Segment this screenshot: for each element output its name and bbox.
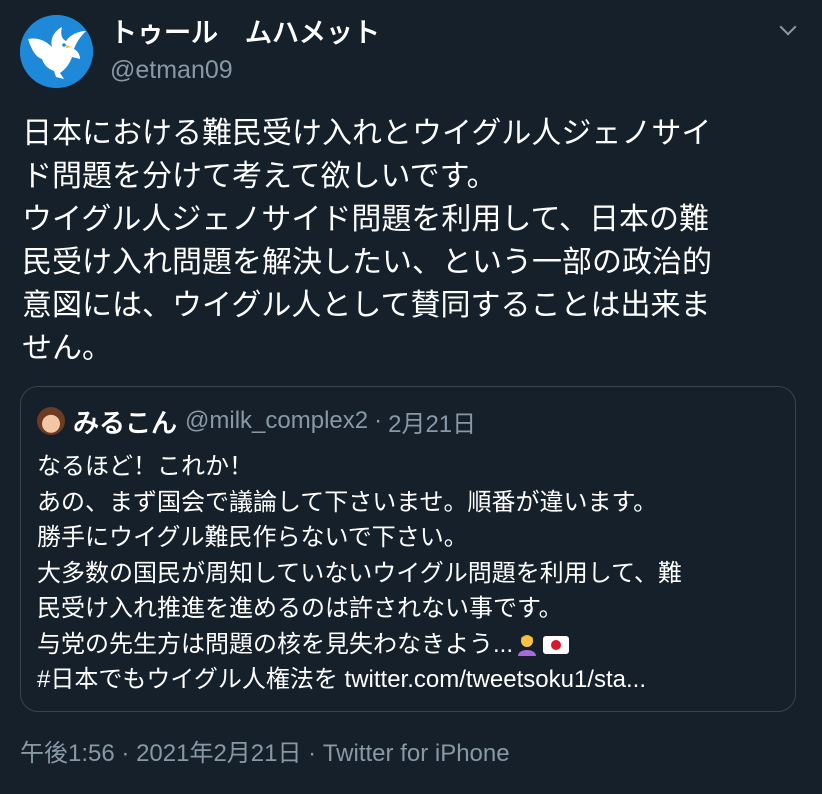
tweet-line: ド問題を分けて考えて欲しいです。 bbox=[22, 160, 497, 193]
separator-dot: · bbox=[308, 740, 317, 767]
quoted-tweet-line: 大多数の国民が周知していないウイグル問題を利用して、難 bbox=[37, 559, 682, 587]
quoted-tweet-hashtag-line: #日本でもウイグル人権法を twitter.com/tweetsoku1/sta… bbox=[37, 666, 646, 693]
author-display-name[interactable]: トゥール ムハメット bbox=[110, 16, 380, 50]
quoted-tweet-line-with-emoji: 与党の先生方は問題の核を見失わなきよう... bbox=[37, 627, 787, 663]
quoted-tweet-card[interactable]: みるこん @milk_complex2 · 2月21日 なるほど！これか！ あの… bbox=[20, 386, 796, 712]
author-handle[interactable]: @etman09 bbox=[110, 54, 233, 86]
quoted-tweet-line: なるほど！これか！ bbox=[37, 453, 253, 480]
tweet-date[interactable]: 2021年2月21日 bbox=[136, 740, 301, 767]
quoted-tweet-line: 与党の先生方は問題の核を見失わなきよう... bbox=[37, 630, 514, 658]
tweet-line: 意図には、ウイグル人として賛同することは出来ま bbox=[22, 289, 711, 322]
quoted-tweet-line: 勝手にウイグル難民作らないで下さい。 bbox=[37, 524, 468, 551]
tweet-metadata: 午後1:56 · 2021年2月21日 · Twitter for iPhone bbox=[20, 738, 510, 770]
tweet-line: 日本における難民受け入れとウイグル人ジェノサイ bbox=[22, 117, 712, 150]
japan-flag-icon bbox=[543, 635, 570, 654]
quoted-tweet-header: みるこん @milk_complex2 · 2月21日 bbox=[37, 401, 476, 441]
quoted-author-handle[interactable]: @milk_complex2 bbox=[185, 407, 368, 435]
tweet-line: ウイグル人ジェノサイド問題を利用して、日本の難 bbox=[22, 203, 709, 236]
quoted-author-avatar[interactable] bbox=[37, 407, 65, 435]
tweet-time[interactable]: 午後1:56 bbox=[20, 740, 115, 767]
separator-dot: · bbox=[374, 407, 383, 434]
quoted-tweet-text: なるほど！これか！ あの、まず国会で議論して下さいませ。順番が違います。 勝手に… bbox=[37, 449, 787, 698]
quoted-tweet-date[interactable]: 2月21日 bbox=[388, 404, 476, 439]
quoted-tweet-line: あの、まず国会で議論して下さいませ。順番が違います。 bbox=[37, 488, 658, 516]
quoted-author-display-name[interactable]: みるこん bbox=[73, 403, 177, 440]
quoted-tweet-line: 民受け入れ推進を進めるのは許されない事です。 bbox=[37, 595, 563, 622]
tweet-line: せん。 bbox=[22, 332, 112, 365]
separator-dot: · bbox=[121, 740, 130, 767]
tweet-text: 日本における難民受け入れとウイグル人ジェノサイ ド問題を分けて考えて欲しいです。… bbox=[22, 112, 802, 370]
chevron-down-icon bbox=[779, 18, 797, 36]
author-avatar[interactable] bbox=[20, 15, 93, 88]
tweet-source[interactable]: Twitter for iPhone bbox=[323, 740, 510, 767]
tweet-line: 民受け入れ問題を解決したい、という一部の政治的 bbox=[22, 246, 712, 279]
eagle-icon bbox=[20, 15, 93, 88]
more-options-button[interactable] bbox=[776, 18, 800, 42]
person-bowing-icon bbox=[518, 634, 537, 656]
